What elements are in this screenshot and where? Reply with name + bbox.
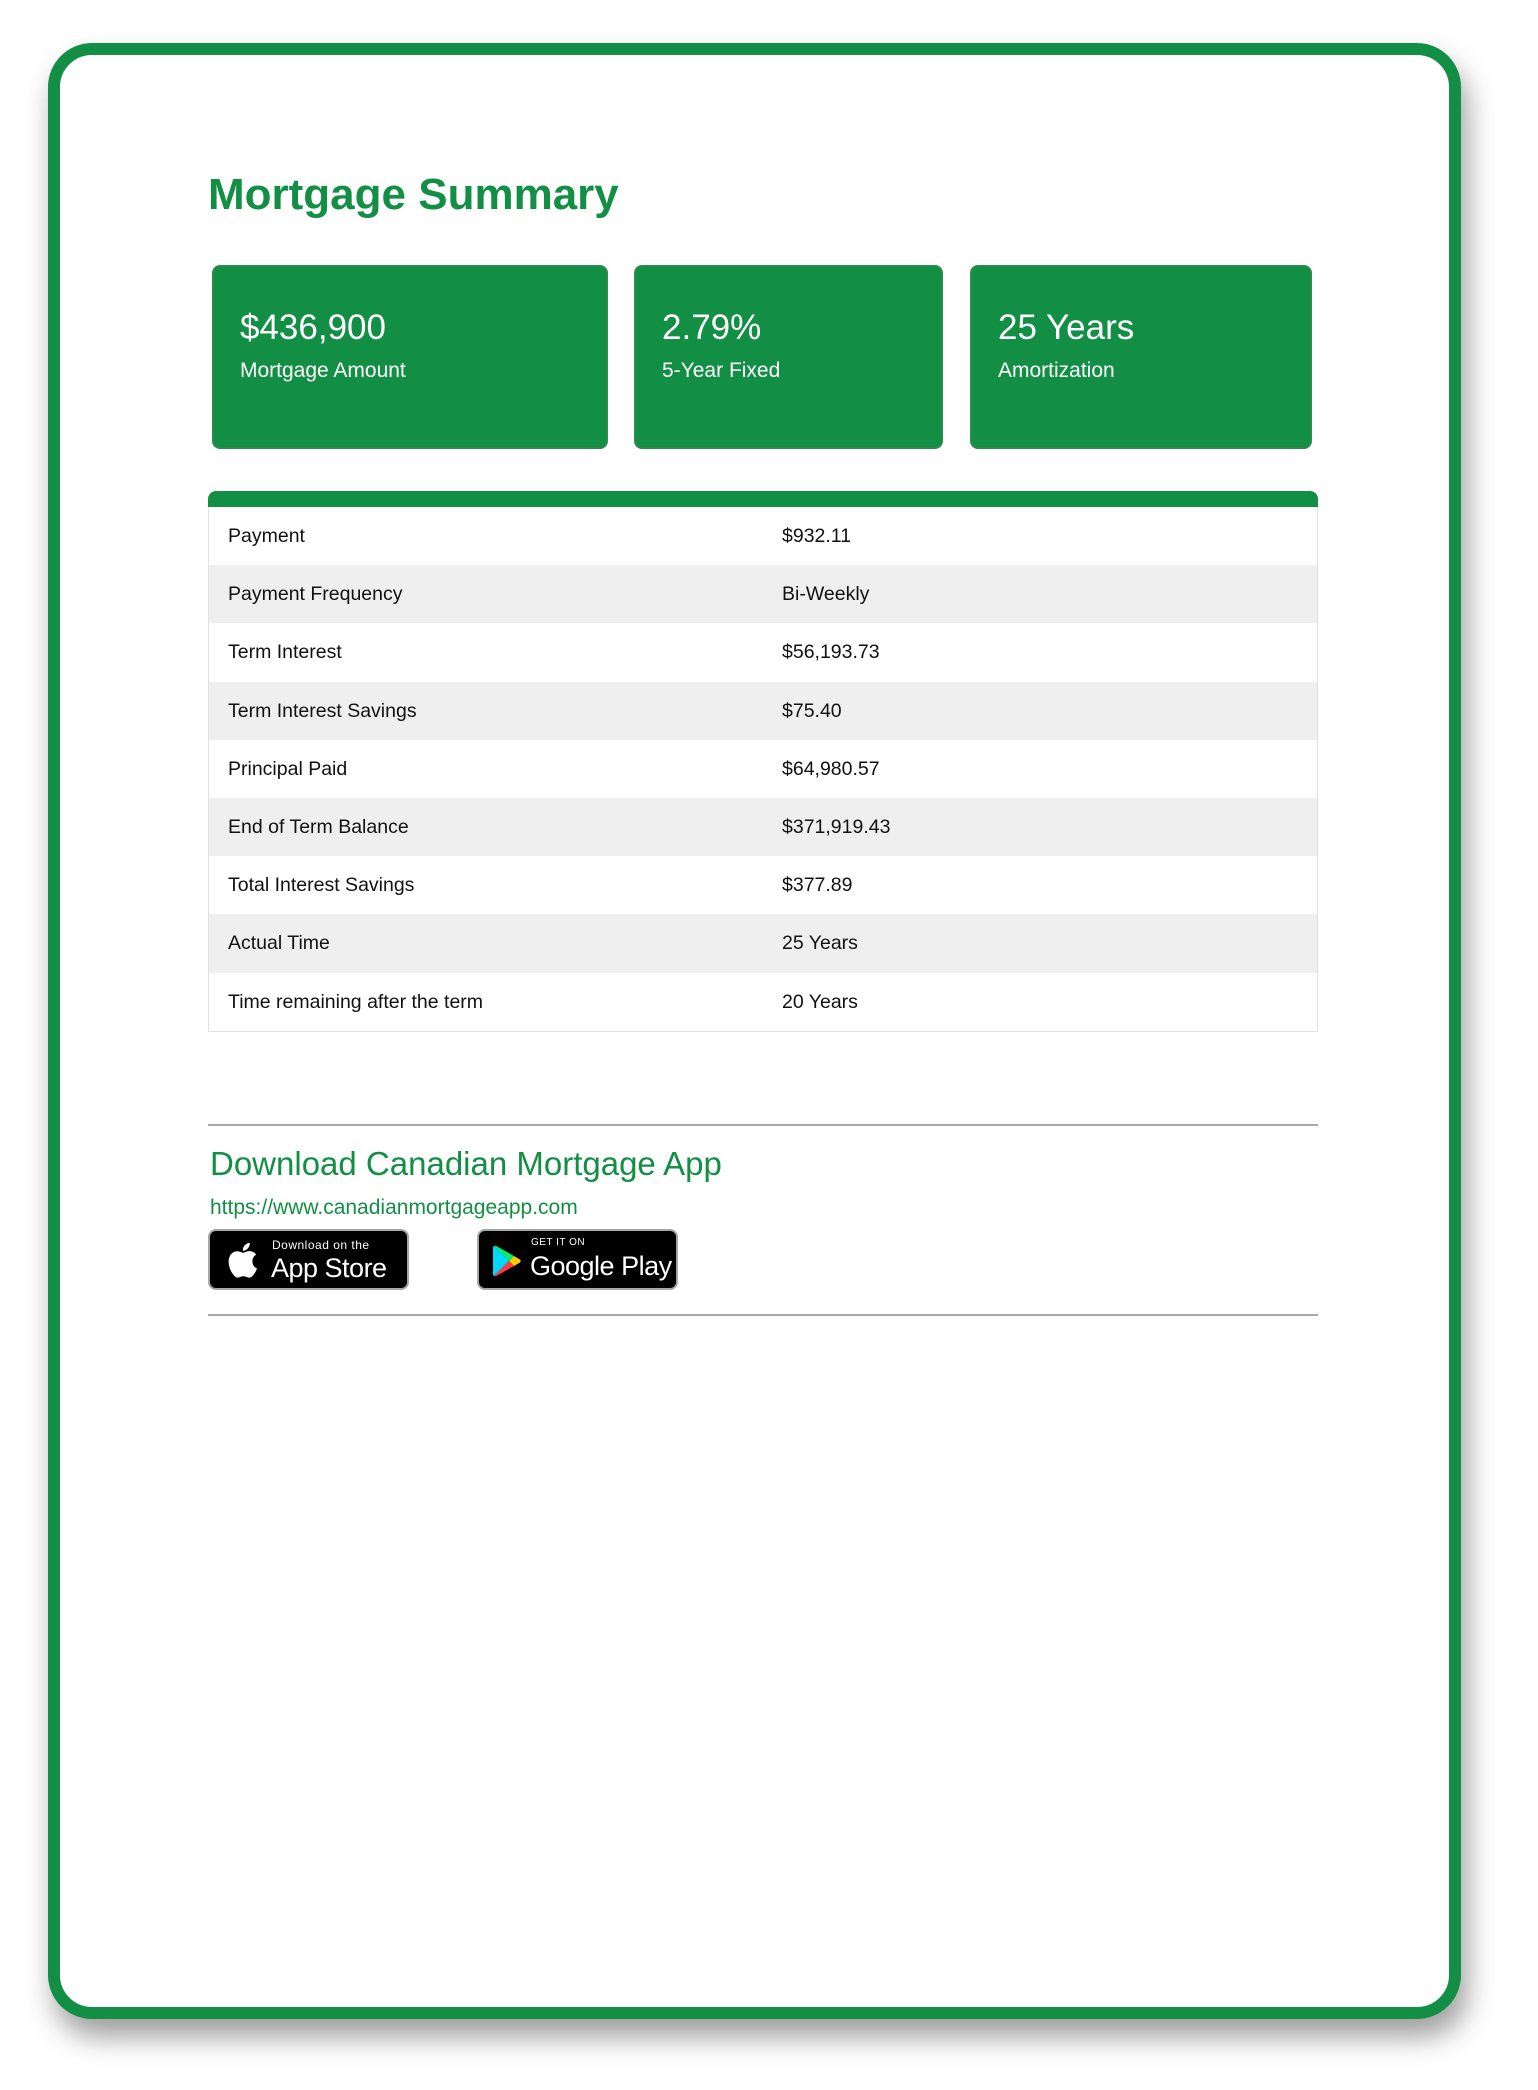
table-row: Total Interest Savings $377.89 — [209, 856, 1317, 914]
table-row: Payment $932.11 — [209, 507, 1317, 565]
row-value: $932.11 — [782, 525, 852, 547]
table-row: Actual Time 25 Years — [209, 914, 1317, 973]
row-label: End of Term Balance — [228, 815, 409, 838]
row-value: 25 Years — [782, 932, 858, 955]
mortgage-amount-card: $436,900 Mortgage Amount — [212, 265, 608, 449]
row-value: $64,980.57 — [782, 757, 880, 780]
google-play-icon — [493, 1245, 521, 1277]
row-value: $377.89 — [782, 874, 853, 897]
row-label: Actual Time — [228, 932, 330, 955]
table-row: Payment Frequency Bi-Weekly — [209, 565, 1317, 624]
row-label: Total Interest Savings — [228, 874, 415, 897]
row-label: Term Interest — [228, 641, 342, 664]
google-play-button[interactable]: GET IT ON Google Play — [477, 1229, 678, 1290]
app-download-heading: Download Canadian Mortgage App — [210, 1145, 722, 1182]
summary-cards: $436,900 Mortgage Amount 2.79% 5-Year Fi… — [212, 265, 1318, 449]
page-title: Mortgage Summary — [208, 170, 619, 219]
row-label: Term Interest Savings — [228, 699, 417, 722]
app-website-link[interactable]: https://www.canadianmortgageapp.com — [210, 1194, 578, 1222]
amortization-value: 25 Years — [998, 308, 1135, 347]
table-row: Time remaining after the term 20 Years — [209, 973, 1317, 1031]
app-store-big-text: App Store — [271, 1253, 387, 1283]
amortization-label: Amortization — [998, 359, 1115, 382]
mortgage-amount-value: $436,900 — [240, 308, 386, 347]
row-label: Payment Frequency — [228, 583, 403, 606]
google-play-small-text: GET IT ON — [531, 1237, 586, 1248]
google-play-big-text: Google Play — [530, 1251, 672, 1281]
app-store-button[interactable]: Download on the App Store — [208, 1229, 409, 1290]
row-value: 20 Years — [782, 990, 858, 1013]
divider-top — [208, 1124, 1318, 1126]
interest-rate-label: 5-Year Fixed — [662, 359, 781, 382]
interest-rate-value: 2.79% — [662, 308, 762, 347]
interest-rate-card: 2.79% 5-Year Fixed — [634, 265, 943, 449]
mortgage-amount-label: Mortgage Amount — [240, 359, 406, 382]
app-store-small-text: Download on the — [272, 1238, 370, 1252]
row-label: Time remaining after the term — [228, 990, 484, 1013]
amortization-card: 25 Years Amortization — [970, 265, 1312, 449]
table-header-bar — [208, 491, 1318, 507]
apple-icon — [228, 1242, 257, 1278]
row-value: $56,193.73 — [782, 641, 880, 664]
divider-bottom — [208, 1314, 1318, 1316]
mortgage-summary-section: Mortgage Summary $436,900 Mortgage Amoun… — [208, 160, 1318, 1316]
table-row: Principal Paid $64,980.57 — [209, 740, 1317, 798]
row-label: Payment — [228, 525, 305, 547]
table-row: Term Interest Savings $75.40 — [209, 681, 1317, 740]
details-table: Payment $932.11 Payment Frequency Bi-Wee… — [208, 491, 1318, 1032]
row-label: Principal Paid — [228, 757, 348, 780]
row-value: Bi-Weekly — [782, 583, 870, 606]
table-row: Term Interest $56,193.73 — [209, 623, 1317, 681]
row-value: $371,919.43 — [782, 815, 891, 838]
row-value: $75.40 — [782, 699, 842, 722]
table-row: End of Term Balance $371,919.43 — [209, 797, 1317, 857]
